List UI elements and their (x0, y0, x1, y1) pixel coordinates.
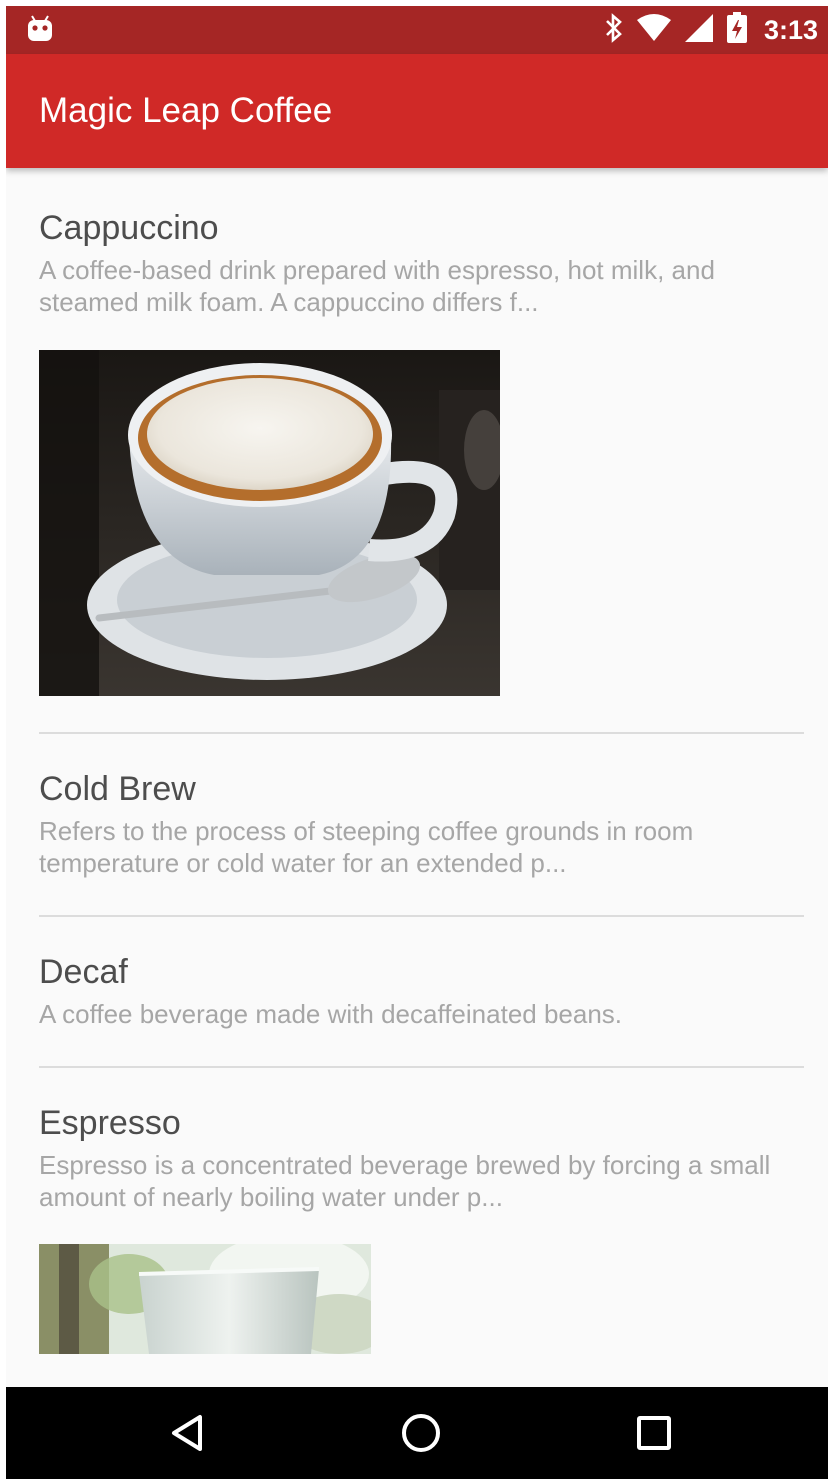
item-description: Espresso is a concentrated beverage brew… (39, 1150, 771, 1212)
status-bar: 3:13 (6, 6, 828, 54)
item-description: A coffee-based drink prepared with espre… (39, 255, 715, 317)
item-title: Espresso (39, 1104, 181, 1142)
divider (39, 732, 804, 734)
list-item-decaf[interactable]: Decaf A coffee beverage made with decaff… (39, 952, 804, 1030)
list-item-cappuccino[interactable]: Cappuccino A coffee-based drink prepared… (39, 208, 804, 318)
app-title: Magic Leap Coffee (39, 91, 333, 130)
item-title: Cold Brew (39, 770, 196, 808)
status-time: 3:13 (763, 14, 818, 45)
item-description: A coffee beverage made with decaffeinate… (39, 999, 623, 1029)
android-robot-icon (26, 15, 54, 48)
cell-signal-icon (684, 13, 714, 48)
espresso-photo[interactable] (39, 1244, 371, 1354)
divider (39, 915, 804, 917)
coffee-list[interactable]: Cappuccino A coffee-based drink prepared… (6, 168, 828, 1387)
list-item-espresso[interactable]: Espresso Espresso is a concentrated beve… (39, 1103, 804, 1213)
navigation-bar (6, 1387, 828, 1479)
cappuccino-photo[interactable] (39, 350, 500, 696)
battery-charging-icon (726, 11, 748, 49)
app-bar: Magic Leap Coffee (6, 54, 828, 168)
back-triangle-icon[interactable] (164, 1409, 212, 1457)
app-screen: 3:13 Magic Leap Coffee Cappuccino A coff… (6, 6, 828, 1479)
item-title: Decaf (39, 953, 128, 991)
status-icons: 3:13 (604, 6, 818, 54)
item-description: Refers to the process of steeping coffee… (39, 816, 694, 878)
list-item-cold-brew[interactable]: Cold Brew Refers to the process of steep… (39, 769, 804, 879)
wifi-icon (636, 13, 672, 47)
recents-square-icon[interactable] (630, 1409, 678, 1457)
item-title: Cappuccino (39, 209, 219, 247)
divider (39, 1066, 804, 1068)
home-circle-icon[interactable] (397, 1409, 445, 1457)
bluetooth-icon (604, 12, 624, 48)
